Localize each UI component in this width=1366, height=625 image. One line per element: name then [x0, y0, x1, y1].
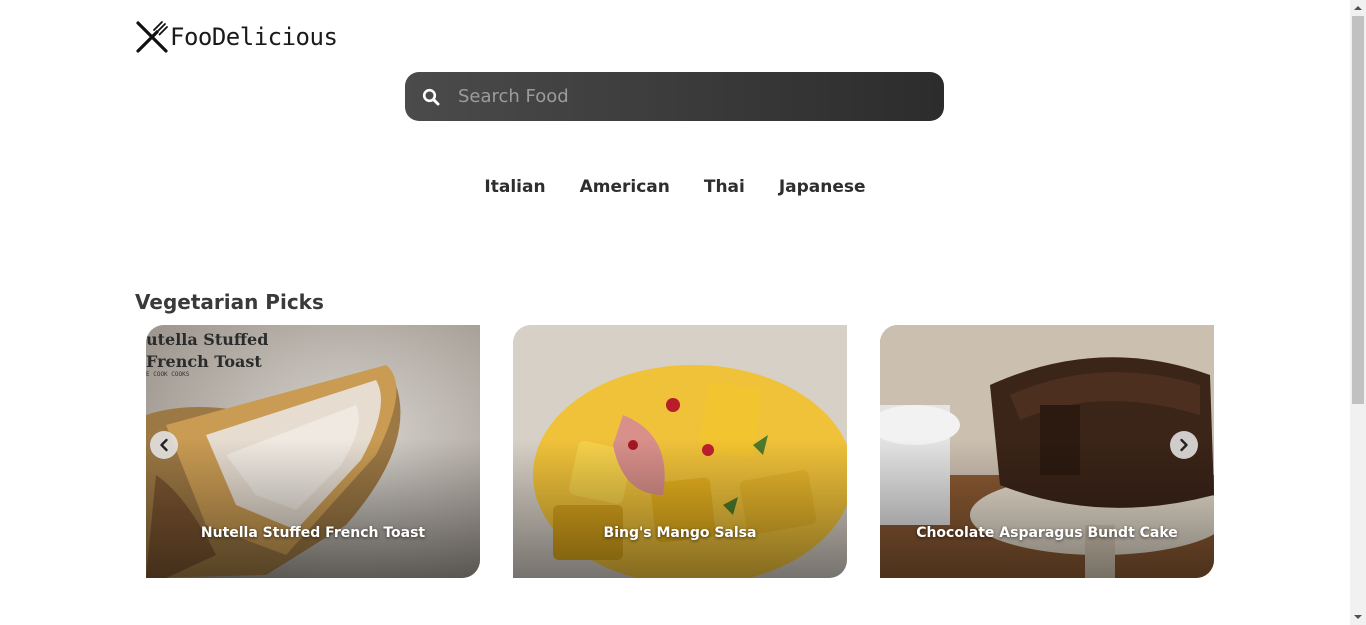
cuisine-link-thai[interactable]: Thai [704, 175, 745, 199]
scroll-up-arrow-icon[interactable] [1353, 3, 1363, 13]
carousel-prev-button[interactable] [150, 431, 178, 459]
carousel-next-button[interactable] [1170, 431, 1198, 459]
scroll-down-arrow-icon[interactable] [1353, 612, 1363, 622]
section-title: Vegetarian Picks [135, 290, 324, 314]
recipe-title: Bing's Mango Salsa [603, 525, 757, 541]
search-input[interactable] [458, 72, 944, 121]
cuisine-link-japanese[interactable]: Japanese [779, 175, 866, 199]
chevron-right-icon [1180, 438, 1188, 452]
cuisine-link-american[interactable]: American [580, 175, 670, 199]
recipe-card-nutella-french-toast[interactable]: utella StuffedFrench Toast E COOK COOKS … [146, 325, 480, 578]
fork-knife-icon [136, 21, 168, 53]
scrollbar-thumb[interactable] [1352, 16, 1364, 404]
search-bar [405, 72, 944, 121]
logo-text: FooDelicious [170, 23, 338, 51]
logo[interactable]: FooDelicious [135, 20, 338, 54]
recipe-title: Chocolate Asparagus Bundt Cake [916, 525, 1178, 541]
cuisine-link-italian[interactable]: Italian [484, 175, 545, 199]
recipe-title: Nutella Stuffed French Toast [200, 525, 426, 541]
page-scrollbar[interactable] [1350, 0, 1366, 625]
chevron-left-icon [160, 438, 168, 452]
search-icon[interactable] [422, 88, 440, 106]
cuisine-nav: Italian American Thai Japanese [0, 175, 1350, 199]
recipe-card-mango-salsa[interactable]: Bing's Mango Salsa [513, 325, 847, 578]
recipe-card-chocolate-bundt-cake[interactable]: Chocolate Asparagus Bundt Cake [880, 325, 1214, 578]
